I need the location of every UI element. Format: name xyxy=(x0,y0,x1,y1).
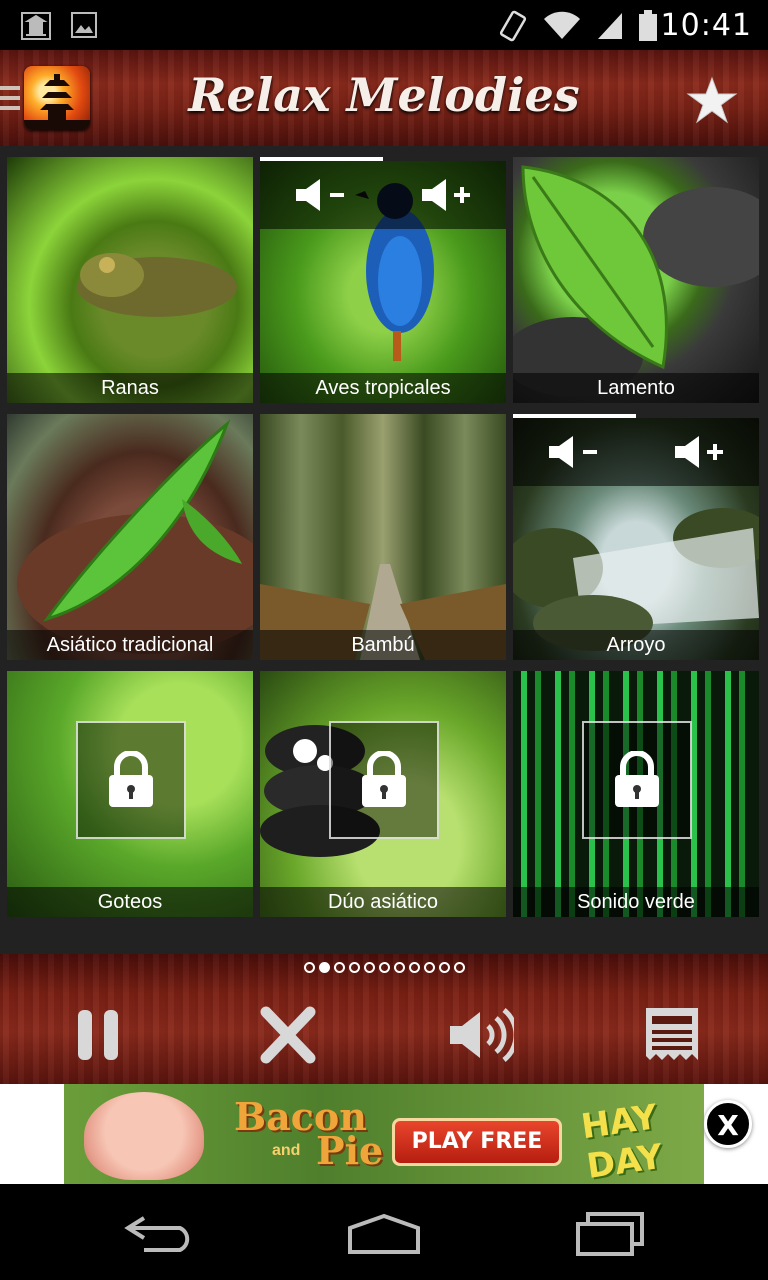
status-time: 10:41 xyxy=(660,8,752,43)
app-header: Relax Melodies xyxy=(0,50,768,146)
ad-text-and: and xyxy=(272,1142,301,1159)
navigation-bar xyxy=(0,1184,768,1280)
sound-tile-sonido-verde[interactable]: Sonido verde xyxy=(513,671,759,917)
tile-label: Aves tropicales xyxy=(260,373,506,403)
lock-icon xyxy=(615,751,659,807)
tile-label: Ranas xyxy=(7,373,253,403)
star-icon[interactable] xyxy=(686,76,738,124)
sound-tile-bambu[interactable]: Bambú xyxy=(260,414,506,660)
page-dot[interactable] xyxy=(453,962,465,973)
recent-apps-icon[interactable] xyxy=(574,1212,646,1256)
tile-label: Lamento xyxy=(513,373,759,403)
tile-label: Dúo asiático xyxy=(260,887,506,917)
app-title: Relax Melodies xyxy=(188,68,580,122)
sound-tile-ranas[interactable]: Ranas xyxy=(7,157,253,403)
ad-banner[interactable]: Bacon and Pie PLAY FREE HAY DAY xyxy=(64,1084,704,1184)
page-dot[interactable] xyxy=(348,962,360,973)
page-dot[interactable] xyxy=(423,962,435,973)
app-notification-icon xyxy=(21,12,51,40)
volume-controls xyxy=(513,418,759,486)
image-notification-icon xyxy=(71,12,97,38)
ad-close-button[interactable]: X xyxy=(704,1100,752,1148)
sound-tile-asiatico-tradicional[interactable]: Asiático tradicional xyxy=(7,414,253,660)
page-dot[interactable] xyxy=(303,962,315,973)
sound-tile-lamento[interactable]: Lamento xyxy=(513,157,759,403)
battery-icon xyxy=(639,10,657,41)
menu-icon[interactable] xyxy=(0,86,20,116)
timer-list-icon[interactable] xyxy=(644,1006,700,1064)
page-dot[interactable] xyxy=(363,962,375,973)
lock-overlay xyxy=(329,721,439,839)
close-icon[interactable] xyxy=(260,1006,316,1064)
page-dot[interactable] xyxy=(378,962,390,973)
wifi-icon xyxy=(544,11,580,40)
page-dot-current[interactable] xyxy=(318,962,330,973)
pause-icon[interactable] xyxy=(76,1008,120,1062)
ad-text-pie: Pie xyxy=(316,1128,384,1173)
rotation-icon xyxy=(499,10,527,42)
volume-up-icon[interactable] xyxy=(673,434,729,470)
lock-overlay xyxy=(76,721,186,839)
sound-tile-goteos[interactable]: Goteos xyxy=(7,671,253,917)
page-dot[interactable] xyxy=(408,962,420,973)
page-dot[interactable] xyxy=(393,962,405,973)
ad-play-button[interactable]: PLAY FREE xyxy=(392,1118,562,1166)
sound-tile-duo-asiatico[interactable]: Dúo asiático xyxy=(260,671,506,917)
volume-icon[interactable] xyxy=(448,1006,514,1064)
ad-brand-logo: HAY DAY xyxy=(579,1097,666,1184)
status-bar: 10:41 xyxy=(0,0,768,50)
tile-label: Asiático tradicional xyxy=(7,630,253,660)
page-dot[interactable] xyxy=(333,962,345,973)
page-dot[interactable] xyxy=(438,962,450,973)
app-logo-icon[interactable] xyxy=(24,66,90,130)
pig-illustration xyxy=(84,1092,204,1180)
lock-icon xyxy=(109,751,153,807)
sound-tile-aves-tropicales[interactable]: Aves tropicales xyxy=(260,161,506,403)
tile-label: Bambú xyxy=(260,630,506,660)
home-icon[interactable] xyxy=(346,1212,422,1256)
sound-tile-arroyo[interactable]: Arroyo xyxy=(513,418,759,660)
tile-label: Arroyo xyxy=(513,630,759,660)
volume-down-icon[interactable] xyxy=(547,434,603,470)
volume-controls xyxy=(260,161,506,229)
lock-icon xyxy=(362,751,406,807)
volume-up-icon[interactable] xyxy=(420,177,476,213)
volume-down-icon[interactable] xyxy=(294,177,350,213)
signal-icon xyxy=(598,13,622,39)
lock-overlay xyxy=(582,721,692,839)
tile-label: Goteos xyxy=(7,887,253,917)
page-indicator xyxy=(0,962,768,978)
tile-label: Sonido verde xyxy=(513,887,759,917)
back-icon[interactable] xyxy=(124,1214,196,1254)
